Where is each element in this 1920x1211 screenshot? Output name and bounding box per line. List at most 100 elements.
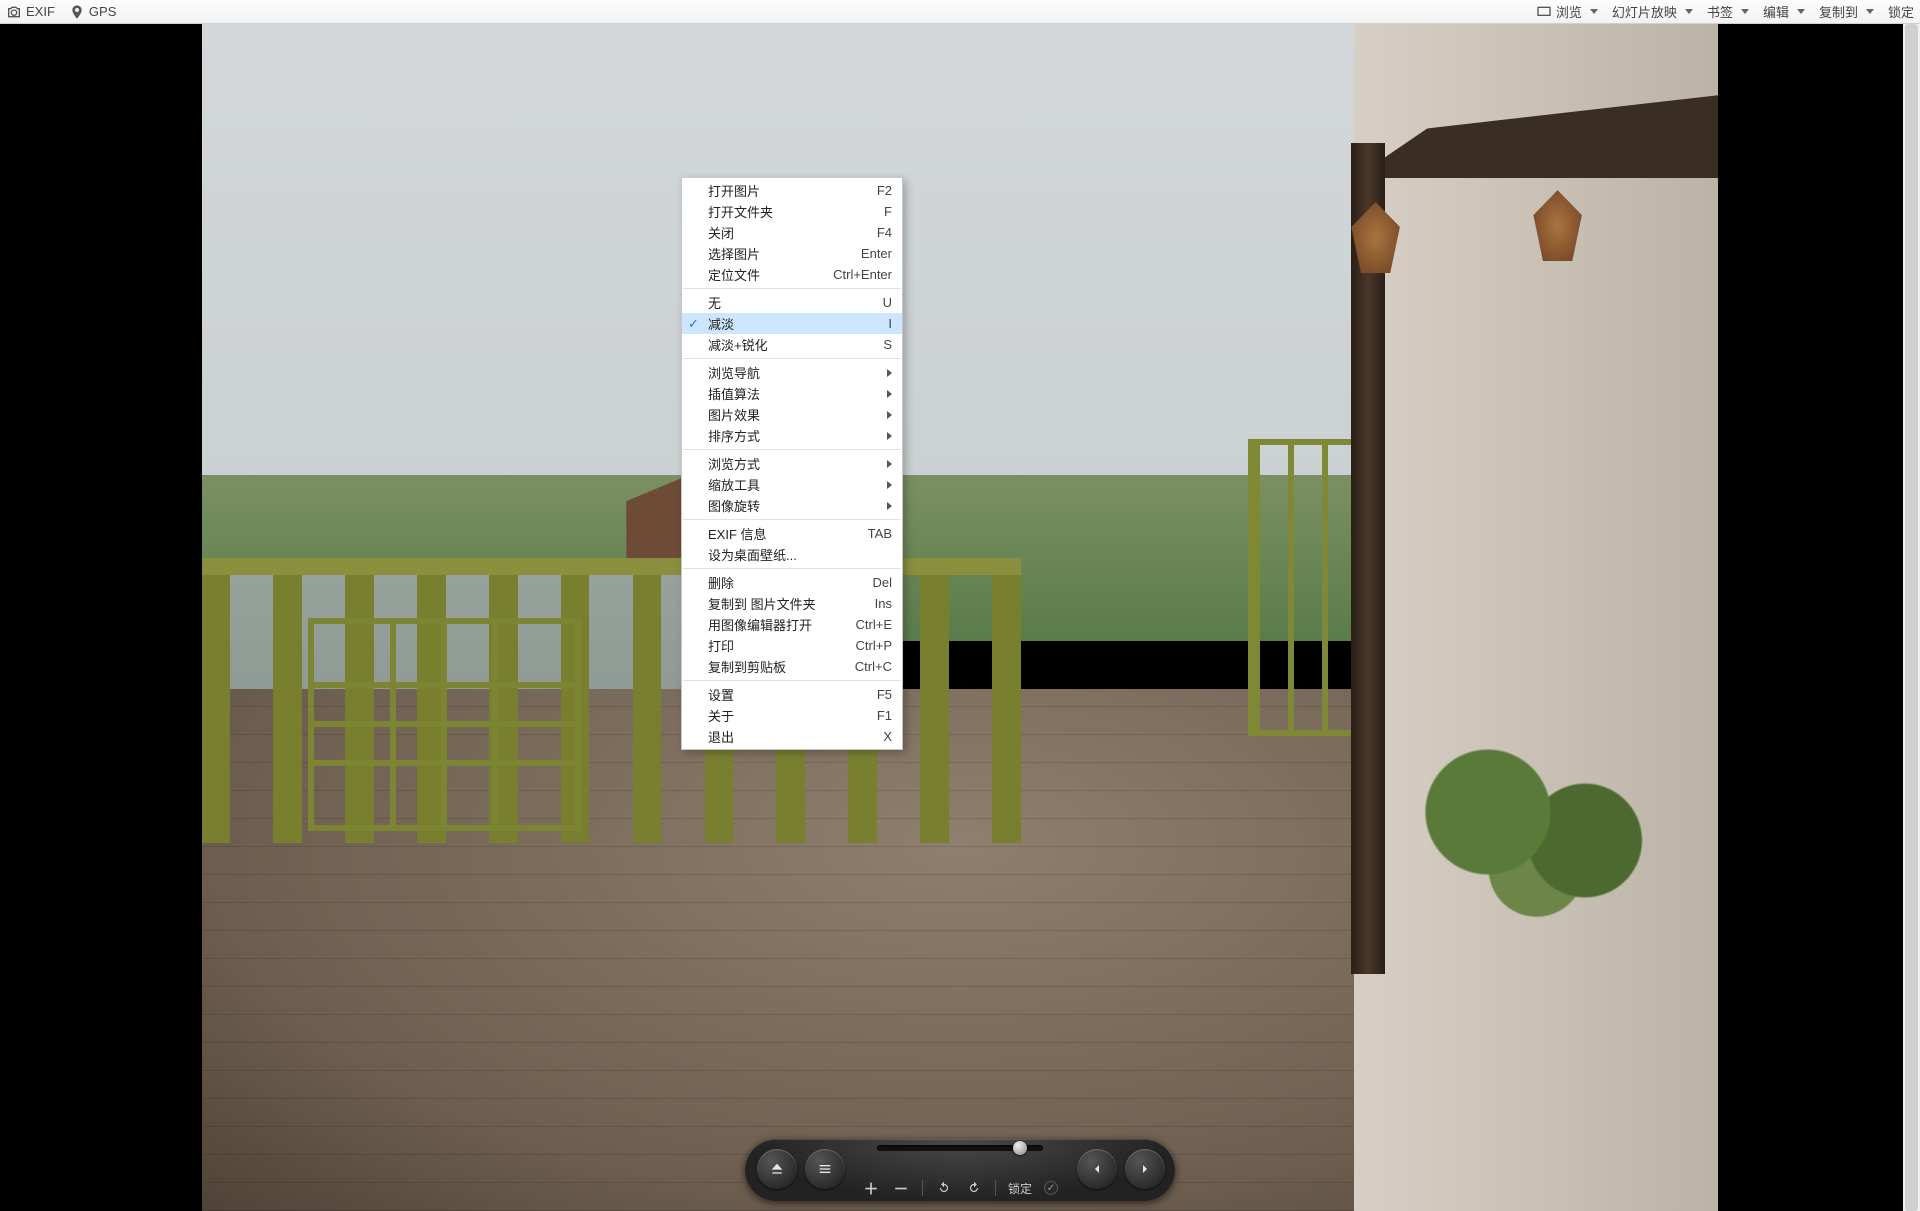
- chevron-down-icon: [1741, 9, 1749, 14]
- browse-menu[interactable]: 浏览: [1536, 2, 1598, 21]
- lock-menu[interactable]: 锁定: [1888, 2, 1914, 21]
- menu-shortcut: Ins: [875, 596, 892, 611]
- menu-sort-by[interactable]: 排序方式: [682, 425, 902, 446]
- menu-shortcut: F1: [877, 708, 892, 723]
- gps-button[interactable]: GPS: [69, 4, 116, 20]
- slider-thumb[interactable]: [1013, 1141, 1027, 1155]
- menu-zoom-tools[interactable]: 缩放工具: [682, 474, 902, 495]
- submenu-arrow-icon: [887, 432, 892, 440]
- chevron-down-icon: [1866, 9, 1874, 14]
- lock-toggle-label: 锁定: [1008, 1180, 1032, 1197]
- slideshow-menu[interactable]: 幻灯片放映: [1612, 2, 1693, 21]
- menu-label: 浏览方式: [708, 454, 877, 473]
- menu-separator: [683, 288, 901, 289]
- menu-label: 关闭: [708, 223, 867, 242]
- check-icon: ✓: [688, 316, 702, 330]
- separator: [922, 1180, 923, 1196]
- menu-copy-clipboard[interactable]: 复制到剪贴板 Ctrl+C: [682, 656, 902, 677]
- pin-icon: [69, 4, 85, 20]
- menu-separator: [683, 680, 901, 681]
- menu-delete[interactable]: 删除 Del: [682, 572, 902, 593]
- submenu-arrow-icon: [887, 502, 892, 510]
- prev-button[interactable]: [1077, 1149, 1117, 1189]
- menu-shortcut: F4: [877, 225, 892, 240]
- menu-separator: [683, 568, 901, 569]
- chevron-right-icon: [1137, 1161, 1153, 1177]
- menu-lighten[interactable]: ✓ 减淡 I: [682, 313, 902, 334]
- menu-select-image[interactable]: 选择图片 Enter: [682, 243, 902, 264]
- zoom-slider[interactable]: [877, 1145, 1043, 1151]
- toolbar-right: 浏览 幻灯片放映 书签 编辑 复制到 锁定: [1536, 2, 1914, 21]
- menu-image-effects[interactable]: 图片效果: [682, 404, 902, 425]
- menu-browse-nav[interactable]: 浏览导航: [682, 362, 902, 383]
- menu-open-folder[interactable]: 打开文件夹 F: [682, 201, 902, 222]
- menu-locate-file[interactable]: 定位文件 Ctrl+Enter: [682, 264, 902, 285]
- slideshow-label: 幻灯片放映: [1612, 2, 1677, 21]
- menu-lighten-sharpen[interactable]: 减淡+锐化 S: [682, 334, 902, 355]
- menu-label: 退出: [708, 727, 873, 746]
- exif-button[interactable]: EXIF: [6, 4, 55, 20]
- menu-label: 选择图片: [708, 244, 851, 263]
- menu-label: 定位文件: [708, 265, 823, 284]
- lock-label: 锁定: [1888, 2, 1914, 21]
- bookmark-label: 书签: [1707, 2, 1733, 21]
- menu-shortcut: Ctrl+E: [856, 617, 892, 632]
- menu-browse-mode[interactable]: 浏览方式: [682, 453, 902, 474]
- menu-label: 设置: [708, 685, 867, 704]
- chevron-down-icon: [1685, 9, 1693, 14]
- menu-rotate[interactable]: 图像旋转: [682, 495, 902, 516]
- vertical-scrollbar[interactable]: [1903, 24, 1920, 1211]
- bookmark-menu[interactable]: 书签: [1707, 2, 1749, 21]
- menu-label: 设为桌面壁纸...: [708, 545, 892, 564]
- menu-label: 缩放工具: [708, 475, 877, 494]
- next-button[interactable]: [1125, 1149, 1165, 1189]
- menu-label: 插值算法: [708, 384, 877, 403]
- menu-shortcut: Enter: [861, 246, 892, 261]
- submenu-arrow-icon: [887, 390, 892, 398]
- menu-about[interactable]: 关于 F1: [682, 705, 902, 726]
- menu-exit[interactable]: 退出 X: [682, 726, 902, 747]
- menu-open-image[interactable]: 打开图片 F2: [682, 180, 902, 201]
- copy-to-menu[interactable]: 复制到: [1819, 2, 1874, 21]
- menu-shortcut: Ctrl+Enter: [833, 267, 892, 282]
- menu-label: EXIF 信息: [708, 524, 858, 543]
- menu-label: 打印: [708, 636, 846, 655]
- browse-label: 浏览: [1556, 2, 1582, 21]
- menu-exif-info[interactable]: EXIF 信息 TAB: [682, 523, 902, 544]
- image-viewport[interactable]: [0, 24, 1920, 1211]
- copy-to-label: 复制到: [1819, 2, 1858, 21]
- menu-shortcut: Del: [872, 575, 892, 590]
- camera-icon: [6, 4, 22, 20]
- gps-label: GPS: [89, 4, 116, 19]
- menu-label: 打开图片: [708, 181, 867, 200]
- menu-label: 删除: [708, 573, 862, 592]
- rotate-left-button[interactable]: [935, 1179, 953, 1197]
- menu-label: 减淡: [708, 314, 878, 333]
- menu-print[interactable]: 打印 Ctrl+P: [682, 635, 902, 656]
- chevron-down-icon: [1797, 9, 1805, 14]
- menu-shortcut: TAB: [868, 526, 892, 541]
- menu-copy-to-folder[interactable]: 复制到 图片文件夹 Ins: [682, 593, 902, 614]
- menu-open-editor[interactable]: 用图像编辑器打开 Ctrl+E: [682, 614, 902, 635]
- menu-none[interactable]: 无 U: [682, 292, 902, 313]
- menu-set-wallpaper[interactable]: 设为桌面壁纸...: [682, 544, 902, 565]
- submenu-arrow-icon: [887, 481, 892, 489]
- lock-toggle[interactable]: [1044, 1181, 1058, 1195]
- menu-label: 复制到 图片文件夹: [708, 594, 865, 613]
- zoom-out-button[interactable]: －: [892, 1179, 910, 1197]
- menu-settings[interactable]: 设置 F5: [682, 684, 902, 705]
- menu-label: 图像旋转: [708, 496, 877, 515]
- zoom-in-button[interactable]: ＋: [862, 1179, 880, 1197]
- menu-separator: [683, 358, 901, 359]
- exif-label: EXIF: [26, 4, 55, 19]
- menu-interpolation[interactable]: 插值算法: [682, 383, 902, 404]
- chevron-down-icon: [1590, 9, 1598, 14]
- scrollbar-thumb[interactable]: [1905, 24, 1918, 1211]
- edit-menu[interactable]: 编辑: [1763, 2, 1805, 21]
- submenu-arrow-icon: [887, 460, 892, 468]
- menu-label: 减淡+锐化: [708, 335, 873, 354]
- menu-close[interactable]: 关闭 F4: [682, 222, 902, 243]
- chevron-left-icon: [1089, 1161, 1105, 1177]
- rotate-right-button[interactable]: [965, 1179, 983, 1197]
- displayed-image: [202, 24, 1719, 1211]
